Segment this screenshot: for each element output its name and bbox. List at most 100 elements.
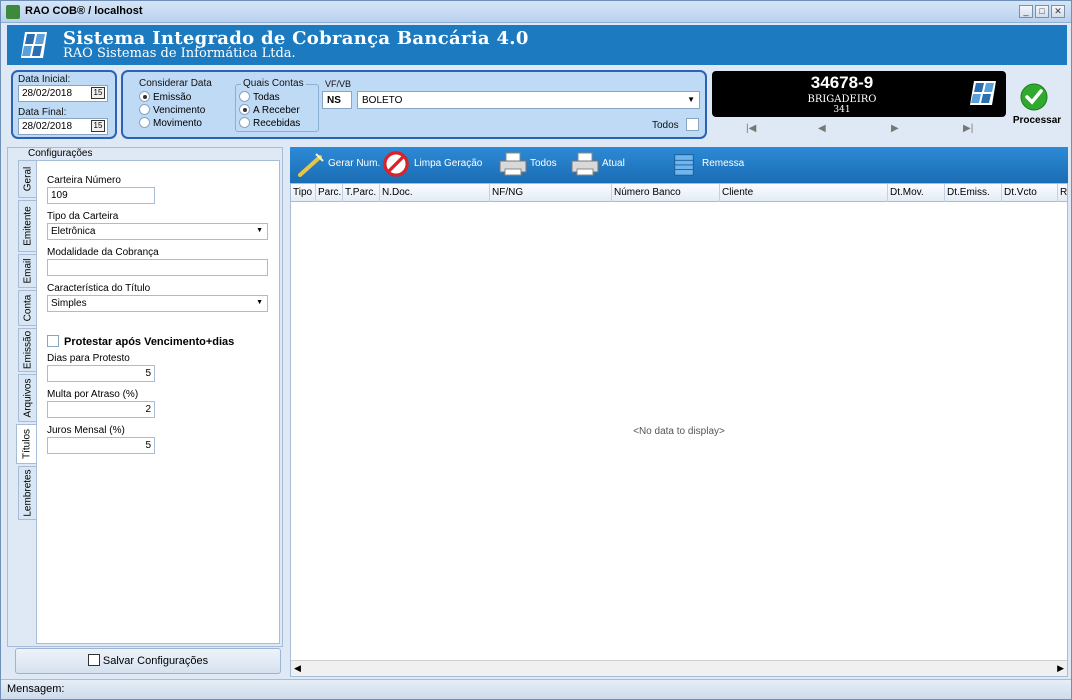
print-todos-label: Todos xyxy=(530,158,557,169)
printer-icon xyxy=(571,152,599,176)
tab-email[interactable]: Email xyxy=(18,254,36,288)
radio-movimento[interactable]: Movimento xyxy=(139,117,202,129)
modalidade-field[interactable] xyxy=(47,259,268,276)
calendar-icon[interactable]: 15 xyxy=(91,120,105,132)
multa-field[interactable]: 2 xyxy=(47,401,155,418)
dropdown-arrow-icon: ▼ xyxy=(687,95,695,104)
tipo-carteira-select[interactable]: Eletrônica ▼ xyxy=(47,223,268,240)
initial-date-label: Data Inicial: xyxy=(18,74,71,85)
nav-last-button[interactable]: ▶| xyxy=(963,123,973,134)
col-tparc[interactable]: T.Parc. xyxy=(345,187,376,198)
col-parc[interactable]: Parc. xyxy=(318,187,341,198)
gerar-num-button[interactable]: Gerar Num. xyxy=(294,147,381,183)
bank-display: 34678-9 BRIGADEIRO 341 xyxy=(712,71,1006,117)
col-tipo[interactable]: Tipo xyxy=(293,187,312,198)
col-dt-emiss[interactable]: Dt.Emiss. xyxy=(947,187,990,198)
initial-date-field[interactable]: 28/02/2018 15 xyxy=(18,85,108,102)
bank-number: 34678-9 xyxy=(810,73,874,92)
empty-grid-message: <No data to display> xyxy=(633,426,725,437)
processar-button[interactable]: Processar xyxy=(1009,81,1065,129)
carteira-combo-value: BOLETO xyxy=(362,95,403,106)
caracteristica-select[interactable]: Simples ▼ xyxy=(47,295,268,312)
radio-a-receber[interactable]: A Receber xyxy=(239,104,300,116)
radio-vencimento[interactable]: Vencimento xyxy=(139,104,205,116)
print-atual-button[interactable]: Atual xyxy=(568,147,638,183)
carteira-numero-field[interactable]: 109 xyxy=(47,187,155,204)
col-numero-banco[interactable]: Número Banco xyxy=(614,187,681,198)
carteira-numero-label: Carteira Número xyxy=(47,175,121,186)
col-dt-vcto[interactable]: Dt.Vcto xyxy=(1004,187,1037,198)
col-nfng[interactable]: NF/NG xyxy=(492,187,523,198)
radio-dot-icon xyxy=(239,91,250,102)
limpa-geracao-button[interactable]: Limpa Geração xyxy=(380,147,483,183)
window-title: RAO COB® / localhost xyxy=(25,5,143,17)
tab-emitente[interactable]: Emitente xyxy=(18,200,36,252)
limpa-geracao-label: Limpa Geração xyxy=(414,158,483,169)
remessa-button[interactable]: Remessa xyxy=(668,147,758,183)
title-bar: RAO COB® / localhost _ □ ✕ xyxy=(1,1,1071,23)
tab-geral[interactable]: Geral xyxy=(18,160,36,198)
scroll-left-icon[interactable]: ◀ xyxy=(294,663,301,674)
bank-name: BRIGADEIRO xyxy=(807,94,877,105)
config-group-label: Configurações xyxy=(26,148,95,159)
rao-logo-icon xyxy=(21,32,47,58)
todos-checkbox[interactable] xyxy=(686,118,699,131)
maximize-button[interactable]: □ xyxy=(1035,5,1049,18)
dropdown-arrow-icon: ▼ xyxy=(256,299,263,306)
remessa-label: Remessa xyxy=(702,158,745,169)
quais-contas-label: Quais Contas xyxy=(241,78,306,89)
todos-label: Todos xyxy=(652,120,679,131)
scroll-right-icon[interactable]: ▶ xyxy=(1057,663,1064,674)
radio-dot-icon xyxy=(239,104,250,115)
app-icon xyxy=(6,5,20,19)
radio-dot-icon xyxy=(139,104,150,115)
col-r[interactable]: R xyxy=(1060,187,1067,198)
tab-titulos[interactable]: Títulos xyxy=(16,424,36,464)
final-date-field[interactable]: 28/02/2018 15 xyxy=(18,118,108,135)
date-panel: Data Inicial: 28/02/2018 15 Data Final: … xyxy=(11,70,117,139)
nav-next-button[interactable]: ▶ xyxy=(891,123,899,134)
tab-conta[interactable]: Conta xyxy=(18,290,36,326)
gerar-num-label: Gerar Num. xyxy=(328,158,381,169)
nav-prev-button[interactable]: ◀ xyxy=(818,123,826,134)
minimize-button[interactable]: _ xyxy=(1019,5,1033,18)
titles-grid[interactable]: Tipo Parc. T.Parc. N.Doc. NF/NG Número B… xyxy=(290,183,1068,677)
print-todos-button[interactable]: Todos xyxy=(496,147,566,183)
tab-emissao[interactable]: Emissão xyxy=(18,328,36,372)
vfvb-field[interactable]: NS xyxy=(322,91,352,109)
save-config-label: Salvar Configurações xyxy=(102,655,209,667)
grid-toolbar: Gerar Num. Limpa Geração Todos Atual Rem… xyxy=(290,147,1068,183)
dropdown-arrow-icon: ▼ xyxy=(256,227,263,234)
juros-field[interactable]: 5 xyxy=(47,437,155,454)
close-button[interactable]: ✕ xyxy=(1051,5,1065,18)
carteira-combo[interactable]: BOLETO ▼ xyxy=(357,91,700,109)
titulos-form: Carteira Número 109 Tipo da Carteira Ele… xyxy=(36,160,280,644)
tab-lembretes[interactable]: Lembretes xyxy=(18,466,36,520)
radio-todas[interactable]: Todas xyxy=(239,91,280,103)
final-date-label: Data Final: xyxy=(18,107,67,118)
nav-first-button[interactable]: |◀ xyxy=(746,123,756,134)
caracteristica-label: Característica do Título xyxy=(47,283,151,294)
processar-label: Processar xyxy=(1012,115,1062,126)
col-cliente[interactable]: Cliente xyxy=(722,187,753,198)
col-dt-mov[interactable]: Dt.Mov. xyxy=(890,187,924,198)
dias-protesto-label: Dias para Protesto xyxy=(47,353,130,364)
protestar-checkbox[interactable] xyxy=(47,335,59,347)
col-ndoc[interactable]: N.Doc. xyxy=(382,187,413,198)
horizontal-scrollbar[interactable]: ◀ ▶ xyxy=(291,660,1067,676)
save-doc-icon xyxy=(87,654,100,666)
considerar-data-label: Considerar Data xyxy=(139,78,212,89)
juros-label: Juros Mensal (%) xyxy=(47,425,125,436)
tab-arquivos[interactable]: Arquivos xyxy=(18,374,36,422)
dias-protesto-field[interactable]: 5 xyxy=(47,365,155,382)
wand-icon xyxy=(298,153,324,177)
radio-dot-icon xyxy=(139,117,150,128)
calendar-icon[interactable]: 15 xyxy=(91,87,105,99)
app-window: RAO COB® / localhost _ □ ✕ Sistema Integ… xyxy=(0,0,1072,700)
vfvb-label: VF/VB xyxy=(325,79,352,89)
tipo-carteira-value: Eletrônica xyxy=(51,226,96,237)
radio-emissao[interactable]: Emissão xyxy=(139,91,191,103)
radio-recebidas[interactable]: Recebidas xyxy=(239,117,300,129)
final-date-value: 28/02/2018 xyxy=(22,121,73,132)
save-config-button[interactable]: Salvar Configurações xyxy=(15,648,281,674)
